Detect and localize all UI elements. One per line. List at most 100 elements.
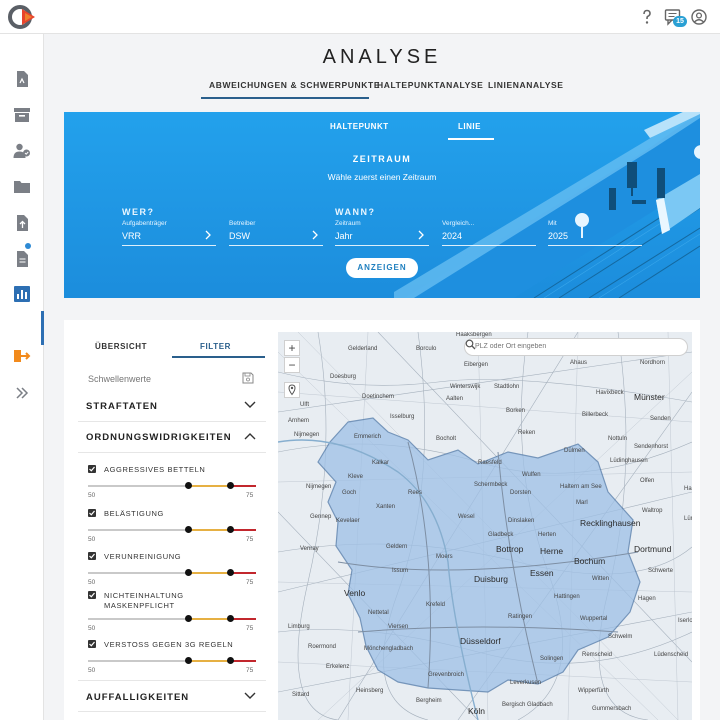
section-auffalligkeiten[interactable]: AUFFALLIGKEITEN — [78, 680, 266, 712]
section-ordnungswidrigkeiten[interactable]: ORDNUNGSWIDRIGKEITEN — [78, 421, 266, 453]
tab-haltepunkt[interactable]: HALTEPUNKT — [330, 122, 389, 131]
slider-thumb-high[interactable] — [227, 569, 235, 576]
active-tab-indicator — [201, 97, 369, 99]
tab-uebersicht[interactable]: ÜBERSICHT — [95, 342, 147, 351]
expand-icon[interactable] — [13, 384, 31, 402]
slider-track-low — [88, 572, 189, 574]
slider-thumb-low[interactable] — [185, 615, 193, 622]
user-icon[interactable] — [690, 8, 708, 26]
search-icon[interactable] — [465, 339, 476, 350]
slider-min-label: 50 — [88, 579, 96, 586]
archive-icon[interactable] — [13, 106, 31, 124]
mit-select[interactable]: Mit 2025 — [548, 220, 642, 246]
vergleich-select[interactable]: Vergleich... 2024 — [442, 220, 536, 246]
left-nav — [0, 34, 44, 720]
users-icon[interactable] — [13, 142, 31, 160]
slider-track-high — [230, 529, 256, 531]
slider-track-low — [88, 485, 189, 487]
zeitraum-subtitle: Wähle zuerst einen Zeitraum — [327, 172, 437, 182]
tab-filter[interactable]: FILTER — [200, 342, 231, 351]
zeitraum-banner: HALTEPUNKT LINIE ZEITRAUM Wähle zuerst e… — [64, 112, 700, 298]
train-illustration — [394, 112, 700, 298]
file-upload-icon[interactable] — [13, 214, 31, 232]
checkbox[interactable] — [88, 552, 96, 560]
slider-max-label: 75 — [246, 579, 254, 586]
slider-track-high — [230, 660, 256, 662]
slider-min-label: 50 — [88, 667, 96, 674]
checkbox[interactable] — [88, 509, 96, 517]
slider-track-mid — [188, 618, 231, 620]
wer-label: WER? — [122, 207, 155, 217]
slider-track-low — [88, 529, 189, 531]
slider-max-label: 75 — [246, 667, 254, 674]
slider-thumb-high[interactable] — [227, 526, 235, 533]
logo-icon[interactable] — [8, 4, 38, 30]
threshold-slider[interactable]: 50 75 — [88, 614, 256, 632]
betreiber-select[interactable]: Betreiber DSW — [229, 220, 323, 246]
zoom-out-button[interactable]: − — [284, 357, 300, 373]
notification-badge: 15 — [673, 16, 687, 27]
document-icon[interactable] — [13, 70, 31, 88]
slider-thumb-high[interactable] — [227, 482, 235, 489]
slider-track-high — [230, 572, 256, 574]
tab-linienanalyse[interactable]: LINIENANALYSE — [488, 80, 564, 90]
slider-track-high — [230, 618, 256, 620]
file-icon[interactable] — [13, 250, 31, 268]
analysis-card: ÜBERSICHT FILTER Schwellenwerte STRAFTAT… — [64, 320, 700, 720]
top-bar: 15 — [0, 0, 720, 34]
slider-max-label: 75 — [246, 536, 254, 543]
help-icon[interactable] — [638, 8, 656, 26]
wann-label: WANN? — [335, 207, 376, 217]
slider-track-high — [230, 485, 256, 487]
chevron-down-icon — [244, 692, 256, 699]
chevron-right-icon — [205, 230, 211, 240]
zoom-in-button[interactable]: + — [284, 340, 300, 356]
slider-track-mid — [188, 572, 231, 574]
slider-min-label: 50 — [88, 492, 96, 499]
filter-tab-indicator — [172, 356, 265, 358]
nav-active-indicator — [41, 311, 44, 345]
slider-track-mid — [188, 485, 231, 487]
notification-dot — [25, 243, 31, 249]
section-straftaten[interactable]: STRAFTATEN — [78, 390, 266, 422]
map-search-input[interactable] — [475, 343, 665, 350]
slider-thumb-low[interactable] — [185, 657, 193, 664]
aufgabentraeger-select[interactable]: Aufgabenträger VRR — [122, 220, 216, 246]
tab-abweichungen[interactable]: ABWEICHUNGEN & SCHWERPUNKTE — [209, 80, 380, 90]
slider-thumb-high[interactable] — [227, 657, 235, 664]
threshold-slider[interactable]: 50 75 — [88, 481, 256, 499]
checkbox[interactable] — [88, 640, 96, 648]
slider-thumb-low[interactable] — [185, 526, 193, 533]
logout-icon[interactable] — [13, 347, 31, 365]
slider-track-low — [88, 660, 189, 662]
checkbox[interactable] — [88, 591, 96, 599]
slider-max-label: 75 — [246, 492, 254, 499]
slider-thumb-low[interactable] — [185, 482, 193, 489]
threshold-slider[interactable]: 50 75 — [88, 656, 256, 674]
threshold-slider[interactable]: 50 75 — [88, 568, 256, 586]
chevron-down-icon — [244, 401, 256, 408]
slider-min-label: 50 — [88, 625, 96, 632]
page-title: ANALYSE — [322, 46, 442, 68]
threshold-label: Schwellenwerte — [88, 374, 152, 384]
folder-icon[interactable] — [13, 178, 31, 196]
zeitraum-title: ZEITRAUM — [352, 154, 412, 164]
slider-thumb-low[interactable] — [185, 569, 193, 576]
slider-track-low — [88, 618, 189, 620]
tab-linie[interactable]: LINIE — [458, 122, 481, 131]
zeitraum-select[interactable]: Zeitraum Jahr — [335, 220, 429, 246]
threshold-slider[interactable]: 50 75 — [88, 525, 256, 543]
save-icon[interactable] — [242, 372, 254, 384]
map-search[interactable] — [464, 338, 688, 356]
chevron-up-icon — [244, 433, 256, 440]
tab-haltepunktanalyse[interactable]: HALTEPUNKTANALYSE — [377, 80, 483, 90]
locate-button[interactable] — [284, 382, 300, 398]
anzeigen-button[interactable]: ANZEIGEN — [346, 258, 418, 278]
slider-max-label: 75 — [246, 625, 254, 632]
map-view[interactable]: Haaksbergen Borculo Gelderland Eibergen … — [278, 332, 692, 720]
slider-thumb-high[interactable] — [227, 615, 235, 622]
checkbox[interactable] — [88, 465, 96, 473]
chevron-right-icon — [418, 230, 424, 240]
chart-icon[interactable] — [13, 285, 31, 303]
banner-active-tab-indicator — [448, 138, 494, 140]
